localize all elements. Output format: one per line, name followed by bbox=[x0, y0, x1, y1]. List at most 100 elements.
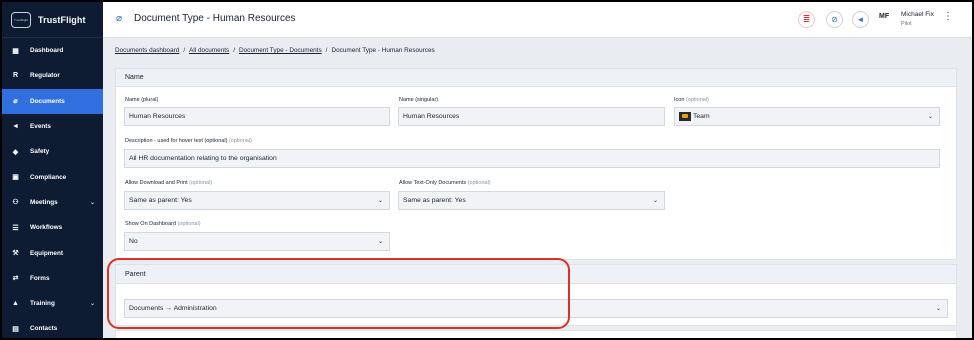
announcement-icon[interactable]: ◄ bbox=[852, 11, 869, 28]
name-panel-title: Name bbox=[116, 69, 956, 87]
sidebar-item-label: Regulator bbox=[30, 72, 60, 80]
optional-tag: (optional) bbox=[228, 138, 252, 144]
forms-icon: ⇄ bbox=[12, 275, 19, 283]
sidebar-item-label: Forms bbox=[30, 274, 50, 282]
meetings-icon: ⚇ bbox=[12, 199, 19, 207]
sidebar-item-contacts[interactable]: ▤ Contacts bbox=[2, 316, 103, 338]
show-on-dashboard-select[interactable]: No ⌄ bbox=[124, 232, 390, 251]
icon-select[interactable]: Team ⌄ bbox=[674, 107, 940, 126]
link-icon[interactable]: ⊘ bbox=[826, 11, 843, 28]
sidebar-item-forms[interactable]: ⇄ Forms bbox=[2, 266, 103, 291]
brand-logo-text: TrustFlight bbox=[13, 17, 29, 22]
user-name[interactable]: Michael Fix bbox=[901, 11, 934, 18]
dashboard-icon: ▦ bbox=[12, 47, 19, 55]
download-print-label: Allow Download and Print (optional) bbox=[125, 180, 212, 186]
page-title: Document Type - Human Resources bbox=[134, 13, 296, 24]
optional-tag: (optional) bbox=[189, 180, 213, 186]
text-only-label-text: Allow Text-Only Documents bbox=[399, 180, 467, 186]
sidebar-item-safety[interactable]: ◆ Safety bbox=[2, 139, 103, 164]
graduation-cap-icon: ▲ bbox=[12, 300, 19, 308]
parent-panel: Parent Documents → Administration ⌄ bbox=[115, 264, 957, 326]
show-on-dashboard-label: Show On Dashboard (optional) bbox=[125, 221, 201, 227]
show-on-dashboard-value: No bbox=[129, 238, 138, 245]
text-only-label: Allow Text-Only Documents (optional) bbox=[399, 180, 491, 186]
breadcrumb-current: Document Type - Human Resources bbox=[331, 47, 435, 54]
regulator-icon: R bbox=[12, 72, 19, 80]
parent-select[interactable]: Documents → Administration ⌄ bbox=[124, 299, 948, 318]
optional-tag: (optional) bbox=[685, 97, 709, 103]
breadcrumb-separator: / bbox=[233, 47, 236, 54]
brand-logo: TrustFlight bbox=[11, 11, 31, 28]
name-plural-input[interactable]: Human Resources bbox=[124, 107, 390, 126]
avatar[interactable]: MF bbox=[879, 13, 889, 20]
breadcrumb-separator: / bbox=[325, 47, 328, 54]
name-panel: Name Name (plural) Human Resources Name … bbox=[115, 68, 957, 260]
books-icon[interactable]: ≣ bbox=[798, 11, 815, 28]
sidebar-item-label: Meetings bbox=[30, 198, 58, 206]
sidebar-item-label: Dashboard bbox=[30, 47, 64, 55]
shield-icon: ◆ bbox=[12, 148, 19, 156]
description-input[interactable]: All HR documentation relating to the org… bbox=[124, 149, 940, 168]
description-value: All HR documentation relating to the org… bbox=[129, 155, 277, 162]
sidebar-item-label: Events bbox=[30, 123, 51, 131]
chevron-down-icon: ⌄ bbox=[935, 306, 941, 312]
icon-label: Icon (optional) bbox=[674, 97, 709, 103]
optional-tag: (optional) bbox=[177, 221, 201, 227]
breadcrumb-document-type-documents[interactable]: Document Type - Documents bbox=[239, 47, 322, 54]
name-singular-label: Name (singular) bbox=[399, 97, 438, 103]
sidebar-item-label: Equipment bbox=[30, 249, 64, 257]
chevron-down-icon: ⌄ bbox=[652, 198, 658, 204]
megaphone-icon: ◄ bbox=[12, 123, 19, 131]
sidebar-item-regulator[interactable]: R Regulator bbox=[2, 63, 103, 88]
app-window: TrustFlight TrustFlight ▦ Dashboard R Regul… bbox=[2, 2, 972, 338]
wrench-icon: ⚒ bbox=[12, 250, 19, 258]
text-only-select[interactable]: Same as parent: Yes ⌄ bbox=[398, 191, 665, 210]
chevron-down-icon: ⌄ bbox=[89, 301, 95, 308]
sidebar-nav: ▦ Dashboard R Regulator ⌀ Documents ◄ Events ◆ Sa… bbox=[2, 38, 103, 338]
name-plural-label: Name (plural) bbox=[125, 97, 158, 103]
next-panel bbox=[115, 330, 957, 338]
download-print-select[interactable]: Same as parent: Yes ⌄ bbox=[124, 191, 390, 210]
sidebar-item-label: Training bbox=[30, 300, 55, 308]
name-plural-value: Human Resources bbox=[129, 113, 186, 120]
brand[interactable]: TrustFlight TrustFlight bbox=[2, 2, 103, 38]
sidebar-item-label: Documents bbox=[30, 97, 65, 105]
show-on-dashboard-label-text: Show On Dashboard bbox=[125, 221, 177, 227]
top-header: ⌀ Document Type - Human Resources ≣ ⊘ ◄ … bbox=[103, 2, 972, 38]
parent-select-value: Documents → Administration bbox=[129, 305, 217, 312]
paperclip-icon: ⌀ bbox=[13, 98, 18, 106]
sidebar-item-training[interactable]: ▲ Training ⌄ bbox=[2, 291, 103, 316]
sidebar-item-workflows[interactable]: ☰ Workflows bbox=[2, 215, 103, 240]
name-singular-label-text: Name (singular) bbox=[399, 97, 439, 103]
sidebar-item-meetings[interactable]: ⚇ Meetings ⌄ bbox=[2, 190, 103, 215]
sidebar-item-label: Safety bbox=[30, 148, 50, 156]
breadcrumb: Documents dashboard / All documents / Docume… bbox=[115, 47, 435, 54]
brand-name: TrustFlight bbox=[38, 14, 86, 25]
sidebar-item-dashboard[interactable]: ▦ Dashboard bbox=[2, 38, 103, 63]
text-only-value: Same as parent: Yes bbox=[403, 197, 466, 204]
download-print-value: Same as parent: Yes bbox=[129, 197, 192, 204]
sidebar-item-compliance[interactable]: ▣ Compliance bbox=[2, 164, 103, 189]
chevron-down-icon: ⌄ bbox=[927, 114, 933, 120]
description-label-text: Description - used for hover text (optio… bbox=[125, 138, 228, 144]
sidebar-item-events[interactable]: ◄ Events bbox=[2, 114, 103, 139]
more-options-icon[interactable]: ⋮ bbox=[943, 11, 953, 22]
description-label: Description - used for hover text (optio… bbox=[125, 138, 252, 144]
parent-panel-title: Parent bbox=[116, 265, 956, 284]
breadcrumb-all-documents[interactable]: All documents bbox=[189, 47, 229, 54]
chevron-down-icon: ⌄ bbox=[377, 239, 383, 245]
stack-icon: ☰ bbox=[12, 224, 19, 232]
user-role: Pilot bbox=[901, 21, 912, 27]
sidebar-item-documents[interactable]: ⌀ Documents bbox=[2, 88, 103, 114]
download-print-label-text: Allow Download and Print bbox=[125, 180, 188, 186]
sidebar: TrustFlight TrustFlight ▦ Dashboard R Regul… bbox=[2, 2, 103, 338]
name-singular-value: Human Resources bbox=[403, 113, 460, 120]
name-singular-input[interactable]: Human Resources bbox=[398, 107, 665, 126]
breadcrumb-documents-dashboard[interactable]: Documents dashboard bbox=[115, 47, 179, 54]
chevron-down-icon: ⌄ bbox=[377, 198, 383, 204]
sidebar-item-equipment[interactable]: ⚒ Equipment bbox=[2, 240, 103, 265]
contacts-icon: ▤ bbox=[12, 325, 19, 333]
breadcrumb-separator: / bbox=[183, 47, 186, 54]
sidebar-item-label: Workflows bbox=[30, 224, 63, 232]
clipboard-icon: ▣ bbox=[12, 174, 19, 182]
